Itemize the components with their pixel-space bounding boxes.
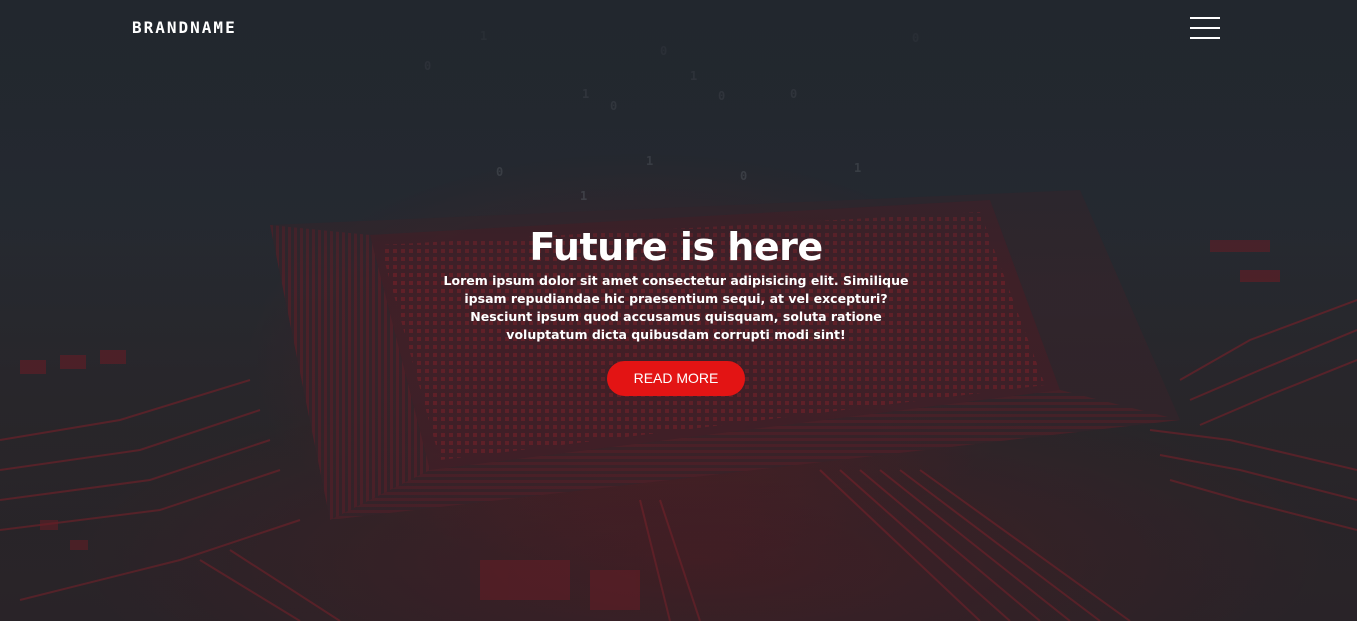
read-more-button[interactable]: READ MORE xyxy=(607,361,745,396)
menu-bar xyxy=(1190,37,1220,39)
hero-title: Future is here xyxy=(529,225,823,269)
brand-logo[interactable]: BRANDNAME xyxy=(132,18,237,37)
menu-bar xyxy=(1190,27,1220,29)
hamburger-menu-icon[interactable] xyxy=(1186,14,1224,42)
hero-description: Lorem ipsum dolor sit amet consectetur a… xyxy=(443,273,909,342)
hero-content: Future is here Lorem ipsum dolor sit ame… xyxy=(430,224,922,396)
menu-bar xyxy=(1190,17,1220,19)
navbar: BRANDNAME xyxy=(0,0,1357,56)
